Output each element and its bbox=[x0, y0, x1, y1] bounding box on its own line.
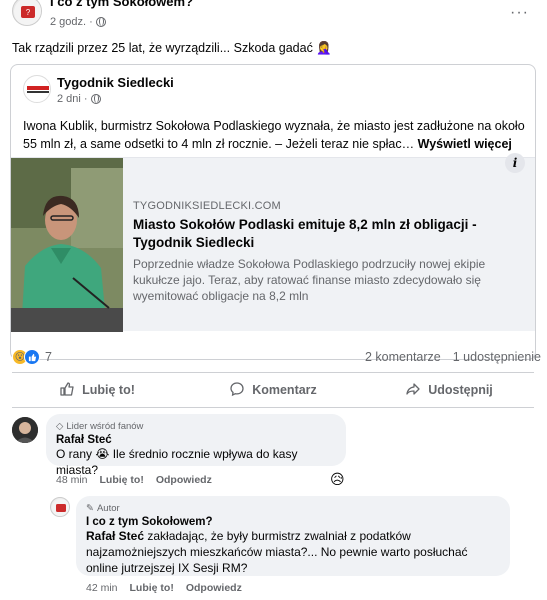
mention-link[interactable]: Rafał Steć bbox=[86, 529, 144, 543]
post-text: Tak rządzili przez 25 lat, że wyrządzili… bbox=[12, 41, 332, 55]
reaction-count: 7 bbox=[45, 350, 52, 364]
shared-post-body: Iwona Kublik, burmistrz Sokołowa Podlask… bbox=[23, 117, 525, 153]
comment-actions: 48 min Lubię to! Odpowiedz bbox=[56, 474, 212, 486]
link-description: Poprzednie władze Sokołowa Podlaskiego p… bbox=[133, 257, 486, 303]
globe-icon bbox=[95, 17, 106, 27]
comment-bubble[interactable]: ◇ Lider wśród fanów Rafał Steć O rany 😭 … bbox=[46, 414, 346, 477]
svg-text:?: ? bbox=[26, 8, 31, 17]
share-label: Udostępnij bbox=[428, 383, 493, 397]
reply-author[interactable]: I co z tym Sokołowem? bbox=[86, 516, 500, 528]
more-options-icon[interactable]: ··· bbox=[510, 5, 529, 21]
comment-icon bbox=[229, 381, 245, 400]
post-meta: 2 godz. · bbox=[50, 16, 106, 28]
shared-post-card[interactable]: Tygodnik Siedlecki 2 dni · Iwona Kublik,… bbox=[10, 64, 536, 360]
commenter-avatar[interactable] bbox=[12, 417, 38, 443]
fan-badge: ◇ Lider wśród fanów bbox=[56, 421, 336, 432]
comment-time[interactable]: 48 min bbox=[56, 474, 88, 486]
reply-avatar[interactable] bbox=[50, 497, 70, 517]
page-avatar[interactable]: ? bbox=[12, 0, 42, 26]
like-label: Lubię to! bbox=[82, 383, 135, 397]
badge-label: Lider wśród fanów bbox=[66, 421, 144, 432]
badge-label: Autor bbox=[96, 503, 120, 514]
reply-time[interactable]: 42 min bbox=[86, 582, 118, 594]
share-icon bbox=[405, 381, 421, 400]
see-more-link[interactable]: Wyświetl więcej bbox=[418, 137, 512, 151]
globe-icon bbox=[90, 94, 101, 104]
reply-body: zakładając, że były burmistrz zwalniał z… bbox=[86, 529, 468, 575]
shared-time[interactable]: 2 dni · bbox=[57, 93, 88, 105]
divider bbox=[12, 372, 534, 373]
comment-label: Komentarz bbox=[252, 383, 317, 397]
shared-page-name[interactable]: Tygodnik Siedlecki bbox=[57, 75, 174, 90]
post-author[interactable]: I co z tym Sokołowem? bbox=[50, 0, 193, 9]
like-reaction-icon bbox=[24, 349, 40, 365]
shared-meta: 2 dni · bbox=[57, 93, 101, 105]
reactions-summary[interactable]: 😮 7 bbox=[12, 349, 52, 365]
comment-reaction-icon[interactable]: 😥 bbox=[330, 471, 345, 488]
author-badge: ✎ Autor bbox=[86, 503, 500, 514]
link-preview-image[interactable] bbox=[11, 158, 123, 332]
shared-page-logo[interactable] bbox=[23, 75, 51, 103]
reply-actions: 42 min Lubię to! Odpowiedz bbox=[86, 582, 242, 594]
reply-bubble[interactable]: ✎ Autor I co z tym Sokołowem? Rafał Steć… bbox=[76, 496, 510, 576]
share-count[interactable]: 1 udostępnienie bbox=[453, 350, 541, 364]
comment-like-button[interactable]: Lubię to! bbox=[100, 474, 144, 486]
like-button[interactable]: Lubię to! bbox=[12, 375, 182, 405]
post-time[interactable]: 2 godz. · bbox=[50, 16, 93, 28]
share-button[interactable]: Udostępnij bbox=[364, 375, 534, 405]
thumbs-up-icon bbox=[59, 381, 75, 400]
reply-reply-button[interactable]: Odpowiedz bbox=[186, 582, 242, 594]
link-domain: TYGODNIKSIEDLECKI.COM bbox=[133, 200, 281, 212]
divider bbox=[12, 407, 534, 408]
reply-like-button[interactable]: Lubię to! bbox=[130, 582, 174, 594]
comment-author[interactable]: Rafał Steć bbox=[56, 434, 336, 446]
comment-button[interactable]: Komentarz bbox=[188, 375, 358, 405]
diamond-icon: ◇ bbox=[56, 421, 64, 432]
pen-icon: ✎ bbox=[86, 503, 94, 514]
stats-right: 2 komentarze 1 udostępnienie bbox=[365, 350, 541, 364]
comment-reply-button[interactable]: Odpowiedz bbox=[156, 474, 212, 486]
info-icon[interactable]: i bbox=[505, 153, 525, 173]
comment-count[interactable]: 2 komentarze bbox=[365, 350, 441, 364]
reply-text: Rafał Steć zakładając, że były burmistrz… bbox=[86, 528, 500, 576]
link-preview[interactable]: TYGODNIKSIEDLECKI.COM Miasto Sokołów Pod… bbox=[11, 157, 535, 332]
link-title[interactable]: Miasto Sokołów Podlaski emituje 8,2 mln … bbox=[133, 216, 523, 252]
